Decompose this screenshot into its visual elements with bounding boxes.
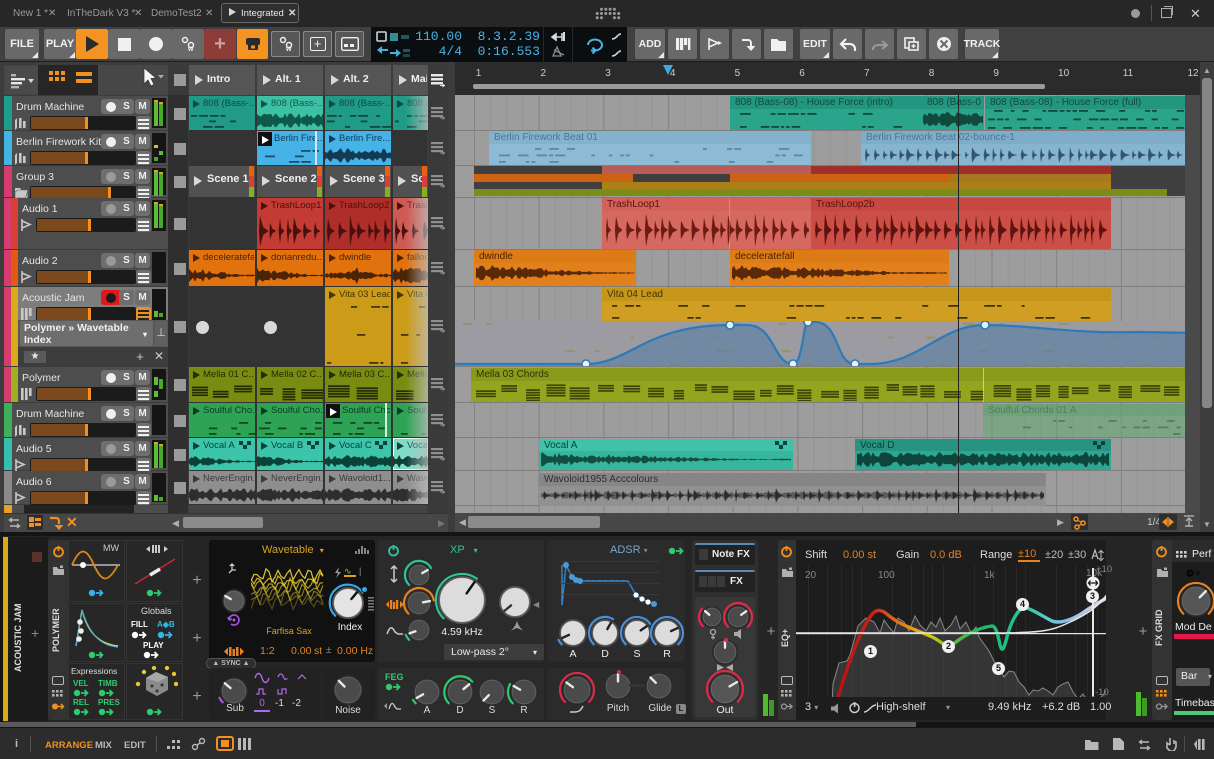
svg-text:w: w (187, 46, 194, 53)
svg-text:w: w (285, 46, 292, 53)
